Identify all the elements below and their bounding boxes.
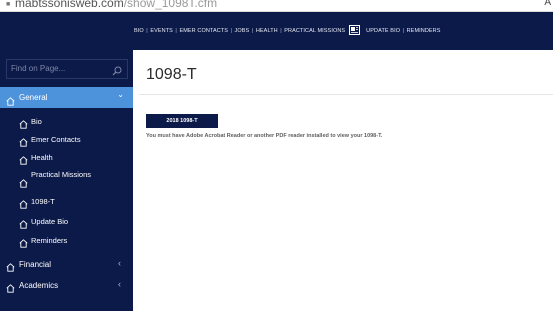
sidebar-item-label: 1098-T bbox=[31, 197, 55, 206]
home-icon bbox=[19, 216, 28, 229]
search-icon[interactable] bbox=[112, 63, 122, 76]
chevron-left-icon: ‹ bbox=[118, 258, 121, 268]
download-1098t-button[interactable]: 2018 1098-T bbox=[146, 114, 218, 128]
top-nav-links: BIO | EVENTS | EMER CONTACTS | JOBS | HE… bbox=[134, 25, 441, 35]
sidebar-item-label: Practical Missions bbox=[31, 170, 92, 179]
home-icon bbox=[19, 196, 28, 209]
sidebar-item-label: General bbox=[19, 93, 48, 102]
sidebar-item-label: Update Bio bbox=[31, 217, 69, 226]
url-host: mabtssonisweb.com bbox=[15, 0, 124, 10]
pdf-reader-notice: You must have Adobe Acrobat Reader or an… bbox=[146, 133, 383, 139]
home-icon bbox=[19, 134, 28, 147]
page-title: 1098-T bbox=[146, 66, 197, 83]
nav-separator: | bbox=[230, 28, 233, 34]
sidebar-item-label: Emer Contacts bbox=[31, 135, 81, 144]
nav-link-events[interactable]: EVENTS bbox=[150, 28, 173, 34]
nav-separator: | bbox=[175, 28, 177, 34]
sidebar: Find on Page... General ⌄ Bio Emer Conta… bbox=[0, 50, 133, 311]
nav-link-reminders[interactable]: REMINDERS bbox=[407, 28, 441, 34]
lock-icon: ■ bbox=[6, 1, 11, 8]
home-icon bbox=[19, 116, 28, 129]
url-path: /show_1098T.cfm bbox=[123, 0, 218, 10]
nav-link-emer-contacts[interactable]: EMER CONTACTS bbox=[179, 28, 228, 34]
sidebar-item-label: Health bbox=[31, 153, 53, 162]
nav-link-practical-missions[interactable]: PRACTICAL MISSIONS bbox=[284, 28, 345, 34]
sidebar-item-label: Bio bbox=[31, 117, 42, 126]
home-icon bbox=[6, 280, 15, 293]
sidebar-item-label: Academics bbox=[19, 281, 59, 290]
sidebar-item-label: Reminders bbox=[31, 236, 68, 245]
home-icon bbox=[6, 259, 15, 272]
chevron-left-icon: ‹ bbox=[118, 279, 121, 289]
search-placeholder: Find on Page... bbox=[11, 64, 66, 73]
nav-separator: | bbox=[402, 28, 405, 34]
corner-mark: A bbox=[544, 0, 551, 8]
home-icon bbox=[6, 93, 15, 106]
sidebar-item-label: Financial bbox=[19, 260, 52, 269]
nav-link-update-bio[interactable]: UPDATE BIO bbox=[366, 28, 400, 34]
chevron-down-icon: ⌄ bbox=[117, 90, 124, 99]
nav-link-jobs[interactable]: JOBS bbox=[235, 28, 250, 34]
nav-link-bio[interactable]: BIO bbox=[134, 28, 144, 34]
find-on-page-input[interactable]: Find on Page... bbox=[6, 59, 128, 79]
nav-separator: | bbox=[251, 28, 254, 34]
title-divider bbox=[139, 94, 553, 95]
address-bar[interactable]: ■ mabtssonisweb.com/show_1098T.cfm A bbox=[0, 0, 553, 12]
pdf-doc-icon[interactable] bbox=[349, 25, 361, 35]
top-navigation: BIO | EVENTS | EMER CONTACTS | JOBS | HE… bbox=[0, 12, 553, 50]
nav-separator: | bbox=[280, 28, 282, 34]
nav-link-health[interactable]: HEALTH bbox=[256, 28, 278, 34]
home-icon bbox=[19, 152, 28, 165]
sidebar-item-general[interactable]: General ⌄ bbox=[0, 87, 133, 108]
home-icon bbox=[19, 235, 28, 248]
nav-separator: | bbox=[146, 28, 148, 34]
url-text[interactable]: mabtssonisweb.com/show_1098T.cfm bbox=[15, 0, 217, 10]
home-icon bbox=[19, 175, 28, 188]
